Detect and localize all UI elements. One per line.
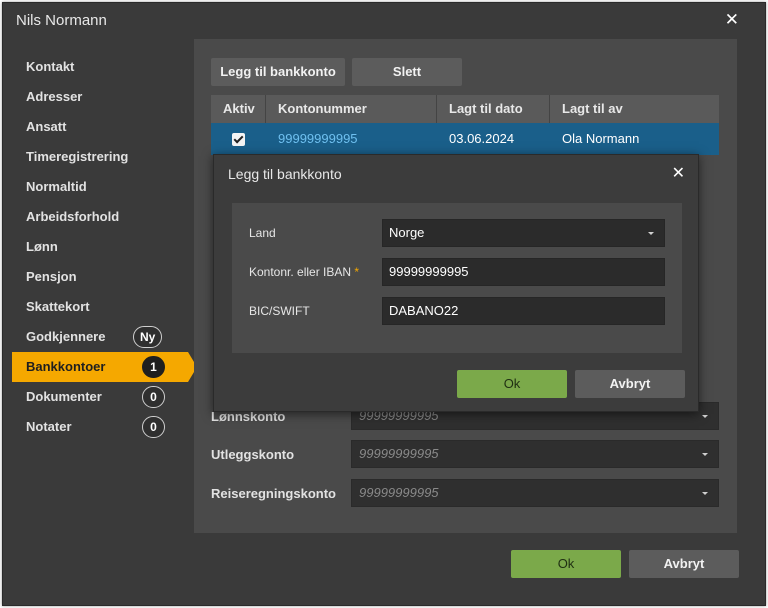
sidebar-item-label: Skattekort [26,299,90,314]
close-icon[interactable]: ✕ [725,11,739,29]
bic-input[interactable]: DABANO22 [382,297,665,325]
reiseregningskonto-select[interactable]: 99999999995 [351,479,719,507]
country-value: Norge [389,225,425,240]
select-placeholder: 99999999995 [359,485,439,500]
close-icon[interactable]: ✕ [672,166,685,182]
chevron-down-icon [702,453,708,456]
count-badge: 0 [142,416,165,438]
sidebar-item-label: Pensjon [26,269,77,284]
sidebar-item-ansatt[interactable]: Ansatt [12,112,188,142]
utleggskonto-select[interactable]: 99999999995 [351,440,719,468]
sidebar-item-adresser[interactable]: Adresser [12,82,188,112]
add-bank-account-modal: Legg til bankkonto ✕ Land Norge Kontonr.… [213,154,699,412]
column-header-dato[interactable]: Lagt til dato [437,95,550,123]
sidebar-item-godkjennere[interactable]: Godkjennere Ny [12,322,188,352]
country-select[interactable]: Norge [382,219,665,247]
add-bank-account-button[interactable]: Legg til bankkonto [211,58,345,86]
bic-label: BIC/SWIFT [249,304,310,318]
title-bar: Nils Normann ✕ [3,3,765,39]
chevron-down-icon [702,492,708,495]
table-header: Aktiv Kontonummer Lagt til dato Lagt til… [211,95,719,123]
account-label: Kontonr. eller IBAN * [249,265,359,279]
new-badge: Ny [133,326,163,348]
sidebar-item-label: Notater [26,419,72,434]
column-header-kontonummer[interactable]: Kontonummer [266,95,437,123]
sidebar-item-label: Bankkontoer [26,359,106,374]
sidebar-item-skattekort[interactable]: Skattekort [12,292,188,322]
table-row[interactable]: 99999999995 03.06.2024 Ola Normann [211,123,719,155]
sidebar-item-pensjon[interactable]: Pensjon [12,262,188,292]
count-badge: 0 [142,386,165,408]
sidebar-item-normaltid[interactable]: Normaltid [12,172,188,202]
modal-cancel-button[interactable]: Avbryt [575,370,685,398]
sidebar-item-label: Dokumenter [26,389,102,404]
account-number-input[interactable]: 99999999995 [382,258,665,286]
sidebar-item-timeregistrering[interactable]: Timeregistrering [12,142,188,172]
chevron-down-icon [702,415,708,418]
sidebar-item-label: Timeregistrering [26,149,129,164]
select-placeholder: 99999999995 [359,446,439,461]
sidebar-item-dokumenter[interactable]: Dokumenter 0 [12,382,188,412]
modal-title: Legg til bankkonto [228,166,342,182]
sidebar-item-label: Kontakt [26,59,75,74]
account-label-text: Kontonr. eller IBAN [249,265,352,279]
utleggskonto-label: Utleggskonto [211,447,295,462]
added-by-cell: Ola Normann [562,131,640,146]
count-badge: 1 [142,356,165,378]
cancel-button[interactable]: Avbryt [629,550,739,578]
sidebar-item-label: Adresser [26,89,83,104]
required-mark: * [354,265,360,279]
chevron-down-icon [648,232,654,235]
sidebar-item-label: Godkjennere [26,329,106,344]
bank-accounts-table: Aktiv Kontonummer Lagt til dato Lagt til… [211,95,719,155]
date-cell: 03.06.2024 [449,131,515,146]
sidebar-item-bankkontoer[interactable]: Bankkontoer 1 [12,352,197,382]
modal-form: Land Norge Kontonr. eller IBAN * 9999999… [232,203,682,353]
sidebar-nav: Kontakt Adresser Ansatt Timeregistrering… [12,52,197,442]
country-label: Land [249,226,276,240]
sidebar-item-label: Ansatt [26,119,67,134]
sidebar-item-kontakt[interactable]: Kontakt [12,52,188,82]
account-number-link[interactable]: 99999999995 [266,123,358,155]
active-checkbox[interactable] [232,133,245,146]
column-header-aktiv[interactable]: Aktiv [211,95,266,123]
reiseregningskonto-label: Reiseregningskonto [211,486,336,501]
delete-button[interactable]: Slett [352,58,462,86]
sidebar-item-label: Normaltid [26,179,87,194]
column-header-lagt-til-av[interactable]: Lagt til av [550,95,719,123]
sidebar-item-arbeidsforhold[interactable]: Arbeidsforhold [12,202,188,232]
sidebar-item-label: Lønn [26,239,58,254]
ok-button[interactable]: Ok [511,550,621,578]
modal-ok-button[interactable]: Ok [457,370,567,398]
window-title: Nils Normann [16,12,107,29]
sidebar-item-notater[interactable]: Notater 0 [12,412,188,442]
sidebar-item-label: Arbeidsforhold [26,209,120,224]
sidebar-item-lonn[interactable]: Lønn [12,232,188,262]
